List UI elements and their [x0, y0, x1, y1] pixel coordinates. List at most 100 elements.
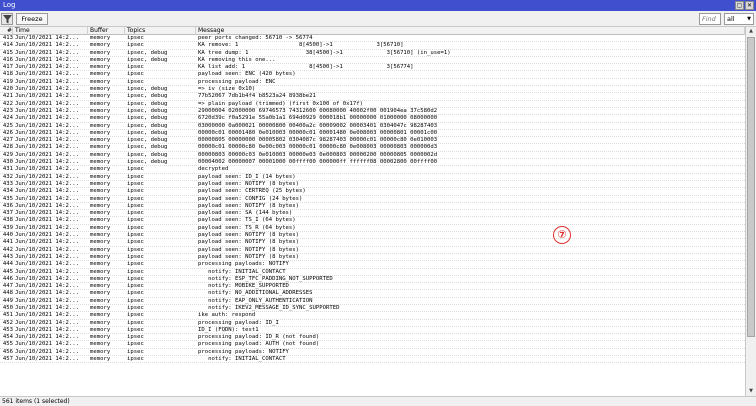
table-row[interactable]: 425 Jun/10/2021 14:2... memory ipsec, debug… — [0, 123, 745, 130]
scrollbar-thumb[interactable] — [747, 37, 755, 337]
log-table[interactable]: # Time Buffer Topics Message 413 Jun/10/2… — [0, 27, 745, 396]
row-time: Jun/10/2021 14:2... — [15, 232, 79, 239]
row-number: 435 — [2, 195, 13, 202]
table-body: 413 Jun/10/2021 14:2... memory ipsec peer po… — [0, 35, 745, 364]
table-row[interactable]: 422 Jun/10/2021 14:2... memory ipsec, debug… — [0, 101, 745, 108]
table-row[interactable]: 439 Jun/10/2021 14:2... memory ipsec payload… — [0, 224, 745, 233]
table-row[interactable]: 440 Jun/10/2021 14:2... memory ipsec payload… — [0, 232, 745, 240]
row-time: Jun/10/2021 14:2... — [15, 64, 79, 71]
row-buffer: memory — [90, 137, 111, 144]
freeze-button[interactable]: Freeze — [16, 13, 48, 25]
table-row[interactable]: 447 Jun/10/2021 14:2... memory ipsec notify… — [0, 283, 745, 291]
row-number: 427 — [2, 137, 13, 144]
table-row[interactable]: 419 Jun/10/2021 14:2... memory ipsec process… — [0, 78, 745, 87]
row-time: Jun/10/2021 14:2... — [15, 78, 79, 85]
table-row[interactable]: 432 Jun/10/2021 14:2... memory ipsec payload… — [0, 174, 745, 181]
table-row[interactable]: 434 Jun/10/2021 14:2... memory ipsec payload… — [0, 188, 745, 196]
table-row[interactable]: 444 Jun/10/2021 14:2... memory ipsec process… — [0, 261, 745, 269]
table-row[interactable]: 438 Jun/10/2021 14:2... memory ipsec payload… — [0, 217, 745, 225]
table-row[interactable]: 453 Jun/10/2021 14:2... memory ipsec ID_I (F… — [0, 327, 745, 335]
table-row[interactable]: 452 Jun/10/2021 14:2... memory ipsec process… — [0, 320, 745, 327]
table-row[interactable]: 420 Jun/10/2021 14:2... memory ipsec, debug… — [0, 86, 745, 94]
row-buffer: memory — [90, 268, 111, 275]
window-title: Log — [3, 1, 16, 9]
row-topics: ipsec, debug — [127, 49, 168, 56]
table-row[interactable]: 449 Jun/10/2021 14:2... memory ipsec notify… — [0, 298, 745, 305]
row-topics: ipsec — [127, 180, 144, 187]
table-row[interactable]: 428 Jun/10/2021 14:2... memory ipsec, debug… — [0, 144, 745, 152]
column-header-topics[interactable]: Topics — [126, 27, 196, 35]
table-row[interactable]: 424 Jun/10/2021 14:2... memory ipsec, debug… — [0, 115, 745, 123]
row-buffer: memory — [90, 334, 111, 341]
table-row[interactable]: 435 Jun/10/2021 14:2... memory ipsec payload… — [0, 196, 745, 203]
close-button[interactable]: ✕ — [745, 1, 754, 10]
filter-select[interactable]: all ▼ — [724, 13, 754, 25]
table-row[interactable]: 414 Jun/10/2021 14:2... memory ipsec KA remo… — [0, 42, 745, 50]
table-row[interactable]: 415 Jun/10/2021 14:2... memory ipsec, debug… — [0, 50, 745, 57]
row-message: payload seen: ID_I (14 bytes) — [198, 173, 296, 180]
row-buffer: memory — [90, 356, 111, 363]
row-number: 425 — [2, 122, 13, 129]
table-row[interactable]: 429 Jun/10/2021 14:2... memory ipsec, debug… — [0, 151, 745, 160]
table-row[interactable]: 451 Jun/10/2021 14:2... memory ipsec ike aut… — [0, 312, 745, 320]
row-number: 445 — [2, 268, 13, 275]
row-time: Jun/10/2021 14:2... — [15, 129, 79, 136]
table-row[interactable]: 436 Jun/10/2021 14:2... memory ipsec payload… — [0, 203, 745, 211]
row-buffer: memory — [90, 173, 111, 180]
row-topics: ipsec — [127, 224, 144, 231]
table-row[interactable]: 416 Jun/10/2021 14:2... memory ipsec, debug… — [0, 56, 745, 65]
row-time: Jun/10/2021 14:2... — [15, 180, 79, 187]
row-time: Jun/10/2021 14:2... — [15, 268, 79, 275]
row-message: KA removing this one... — [198, 56, 276, 63]
table-row[interactable]: 421 Jun/10/2021 14:2... memory ipsec, debug… — [0, 93, 745, 101]
row-number: 439 — [2, 224, 13, 231]
table-row[interactable]: 454 Jun/10/2021 14:2... memory ipsec process… — [0, 334, 745, 342]
row-message: payload seen: SA (144 bytes) — [198, 210, 293, 217]
table-row[interactable]: 443 Jun/10/2021 14:2... memory ipsec payload… — [0, 254, 745, 262]
table-row[interactable]: 426 Jun/10/2021 14:2... memory ipsec, debug… — [0, 129, 745, 138]
row-topics: ipsec, debug — [127, 151, 168, 158]
table-row[interactable]: 413 Jun/10/2021 14:2... memory ipsec peer po… — [0, 35, 745, 43]
column-header-buffer[interactable]: Buffer — [89, 27, 125, 35]
row-message: payload seen: TS_R (64 bytes) — [198, 224, 296, 231]
table-row[interactable]: 441 Jun/10/2021 14:2... memory ipsec payload… — [0, 239, 745, 247]
row-topics: ipsec — [127, 312, 144, 319]
scroll-up-icon[interactable]: ▲ — [746, 27, 756, 36]
table-row[interactable]: 442 Jun/10/2021 14:2... memory ipsec payload… — [0, 247, 745, 254]
row-topics: ipsec — [127, 341, 144, 348]
column-header-num[interactable]: # — [0, 27, 13, 35]
row-topics: ipsec, debug — [127, 107, 168, 114]
table-row[interactable]: 417 Jun/10/2021 14:2... memory ipsec KA list… — [0, 64, 745, 72]
row-number: 428 — [2, 144, 13, 151]
table-row[interactable]: 445 Jun/10/2021 14:2... memory ipsec notify… — [0, 269, 745, 276]
table-row[interactable]: 433 Jun/10/2021 14:2... memory ipsec payload… — [0, 180, 745, 189]
table-row[interactable]: 448 Jun/10/2021 14:2... memory ipsec notify… — [0, 290, 745, 298]
maximize-button[interactable]: ▢ — [735, 1, 744, 10]
vertical-scrollbar[interactable]: ▲ ▼ — [745, 27, 756, 396]
find-input[interactable]: Find — [699, 13, 721, 25]
row-time: Jun/10/2021 14:2... — [15, 107, 79, 114]
row-number: 457 — [2, 356, 13, 363]
column-header-time[interactable]: Time — [14, 27, 88, 35]
table-row[interactable]: 430 Jun/10/2021 14:2... memory ipsec, debug… — [0, 159, 745, 167]
table-row[interactable]: 455 Jun/10/2021 14:2... memory ipsec process… — [0, 341, 745, 349]
table-row[interactable]: 431 Jun/10/2021 14:2... memory ipsec decrypt… — [0, 166, 745, 174]
table-row[interactable]: 437 Jun/10/2021 14:2... memory ipsec payload… — [0, 210, 745, 218]
table-row[interactable]: 450 Jun/10/2021 14:2... memory ipsec notify… — [0, 304, 745, 313]
row-topics: ipsec, debug — [127, 100, 168, 107]
scroll-down-icon[interactable]: ▼ — [746, 387, 756, 396]
column-header-message[interactable]: Message — [197, 27, 745, 35]
row-time: Jun/10/2021 14:2... — [15, 246, 79, 253]
table-row[interactable]: 423 Jun/10/2021 14:2... memory ipsec, debug… — [0, 107, 745, 116]
row-buffer: memory — [90, 71, 111, 78]
table-row[interactable]: 427 Jun/10/2021 14:2... memory ipsec, debug… — [0, 137, 745, 145]
row-message: payload seen: NOTIFY (8 bytes) — [198, 180, 300, 187]
table-row[interactable]: 446 Jun/10/2021 14:2... memory ipsec notify… — [0, 276, 745, 284]
table-row[interactable]: 456 Jun/10/2021 14:2... memory ipsec process… — [0, 349, 745, 357]
row-number: 414 — [2, 42, 13, 49]
filter-button[interactable] — [1, 13, 13, 25]
table-row[interactable]: 418 Jun/10/2021 14:2... memory ipsec payload… — [0, 71, 745, 79]
row-time: Jun/10/2021 14:2... — [15, 304, 79, 311]
row-topics: ipsec — [127, 35, 144, 41]
table-row[interactable]: 457 Jun/10/2021 14:2... memory ipsec notify… — [0, 356, 745, 364]
